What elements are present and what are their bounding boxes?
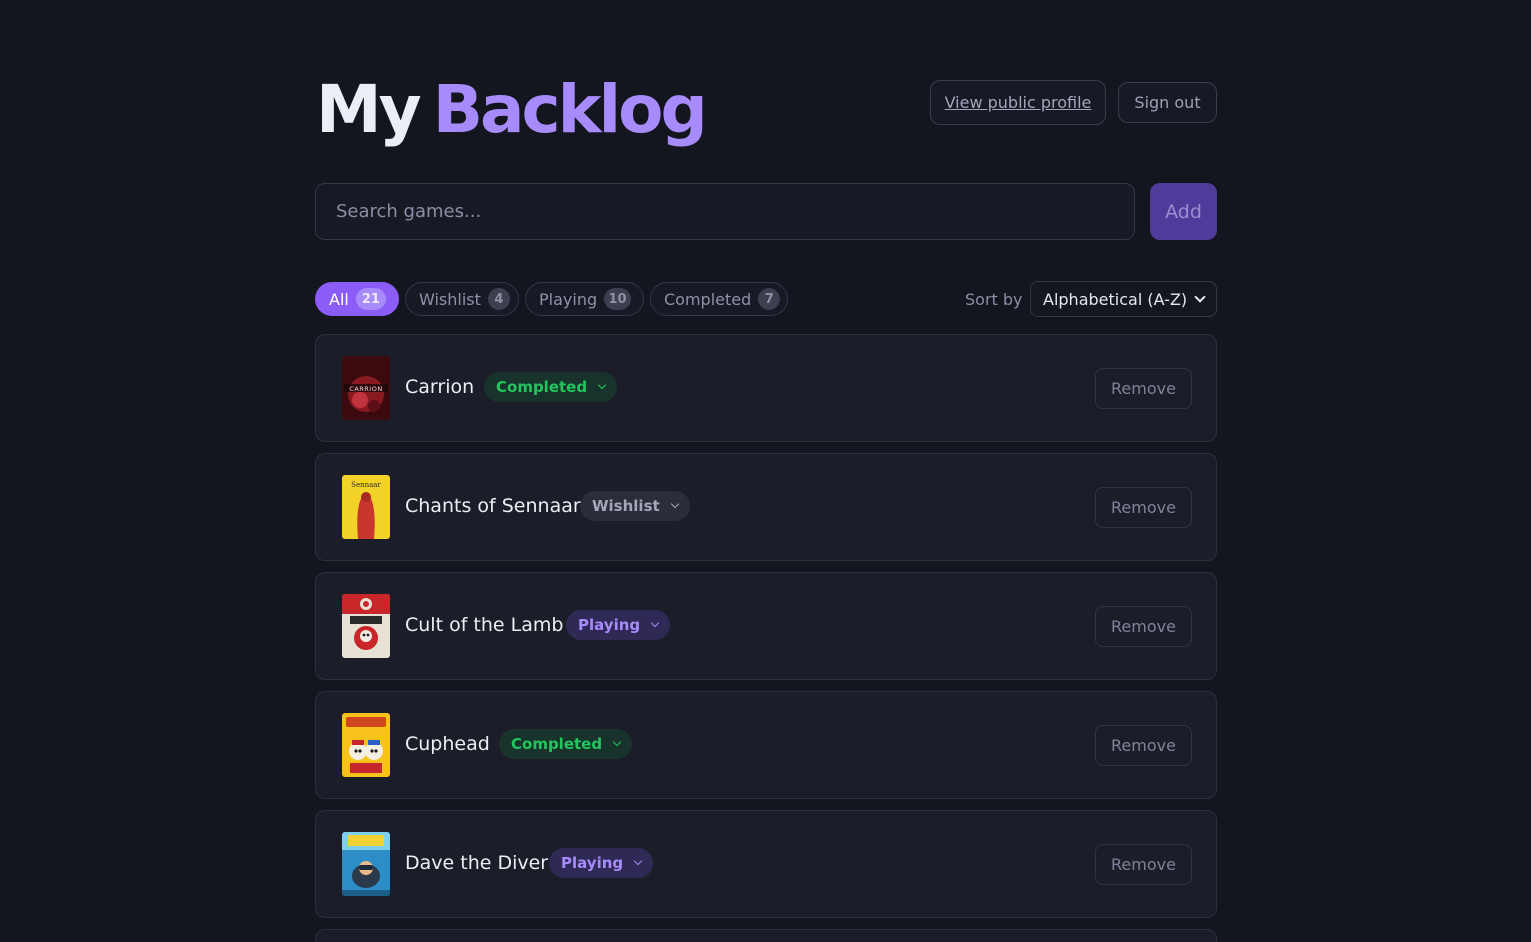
filter-count-badge: 10 xyxy=(604,288,631,310)
filter-playing[interactable]: Playing 10 xyxy=(525,282,644,316)
filter-label: Completed xyxy=(664,289,752,309)
game-title: Cuphead xyxy=(405,733,490,755)
game-card: CARRION Carrion Completed Remove xyxy=(315,334,1217,442)
remove-button[interactable]: Remove xyxy=(1095,725,1192,766)
search-input[interactable] xyxy=(315,183,1135,240)
status-label: Playing xyxy=(578,616,641,634)
svg-text:CARRION: CARRION xyxy=(349,385,382,393)
chevron-down-icon xyxy=(650,618,660,628)
filter-label: Wishlist xyxy=(419,289,481,309)
status-label: Completed xyxy=(511,735,603,753)
chevron-down-icon xyxy=(612,737,622,747)
game-title: Carrion xyxy=(405,376,475,398)
sign-out-button[interactable]: Sign out xyxy=(1118,82,1217,123)
filter-all[interactable]: All 21 xyxy=(315,282,399,316)
chevron-down-icon xyxy=(1194,291,1206,303)
status-dropdown[interactable]: Completed xyxy=(499,729,633,759)
status-label: Completed xyxy=(496,378,588,396)
game-card: Sennaar Chants of Sennaar Wishlist Remov… xyxy=(315,453,1217,561)
status-dropdown[interactable]: Playing xyxy=(566,610,671,640)
game-card: Cult of the Lamb Playing Remove xyxy=(315,572,1217,680)
view-public-profile-link[interactable]: View public profile xyxy=(930,80,1106,125)
filter-count-badge: 21 xyxy=(355,288,386,310)
game-title: Chants of Sennaar xyxy=(405,495,581,517)
filter-label: Playing xyxy=(539,289,598,309)
sort-select[interactable]: Alphabetical (A-Z) xyxy=(1030,281,1217,317)
title-backlog: Backlog xyxy=(432,71,708,148)
carrion-cover-art: CARRION xyxy=(342,356,390,420)
cult-of-the-lamb-cover-art xyxy=(342,594,390,658)
game-card-partial xyxy=(315,929,1217,942)
remove-button[interactable]: Remove xyxy=(1095,606,1192,647)
add-button[interactable]: Add xyxy=(1150,183,1217,240)
cuphead-cover-art xyxy=(342,713,390,777)
remove-button[interactable]: Remove xyxy=(1095,368,1192,409)
chevron-down-icon xyxy=(670,499,679,509)
backlog-page: MyBacklog View public profile Sign out A… xyxy=(0,0,1531,942)
remove-button[interactable]: Remove xyxy=(1095,844,1192,885)
filter-wishlist[interactable]: Wishlist 4 xyxy=(405,282,519,316)
game-card: Cuphead Completed Remove xyxy=(315,691,1217,799)
sort-label: Sort by xyxy=(965,290,1023,309)
chevron-down-icon xyxy=(633,856,643,866)
svg-text:Sennaar: Sennaar xyxy=(351,481,381,489)
dave-the-diver-cover-art xyxy=(342,832,390,896)
status-label: Wishlist xyxy=(592,497,660,515)
status-dropdown[interactable]: Playing xyxy=(549,848,654,878)
filter-completed[interactable]: Completed 7 xyxy=(650,282,788,316)
game-cover-image xyxy=(342,713,390,777)
sort-selected-value: Alphabetical (A-Z) xyxy=(1043,289,1188,309)
status-dropdown[interactable]: Completed xyxy=(484,372,618,402)
game-title: Dave the Diver xyxy=(405,852,549,874)
game-card: Dave the Diver Playing Remove xyxy=(315,810,1217,918)
game-cover-image xyxy=(342,594,390,658)
remove-button[interactable]: Remove xyxy=(1095,487,1192,528)
game-cover-image xyxy=(342,832,390,896)
page-title: My Backlog xyxy=(316,68,708,152)
filter-count-badge: 4 xyxy=(487,288,510,310)
filter-count-badge: 7 xyxy=(758,288,781,310)
game-title: Cult of the Lamb xyxy=(405,614,564,636)
status-dropdown[interactable]: Wishlist xyxy=(580,491,690,521)
game-cover-image: CARRION xyxy=(342,356,390,420)
chants-of-sennaar-cover-art: Sennaar xyxy=(342,475,390,539)
title-my: My xyxy=(316,71,422,148)
status-label: Playing xyxy=(561,854,624,872)
game-cover-image: Sennaar xyxy=(342,475,390,539)
filter-label: All xyxy=(329,289,349,309)
chevron-down-icon xyxy=(597,380,607,390)
